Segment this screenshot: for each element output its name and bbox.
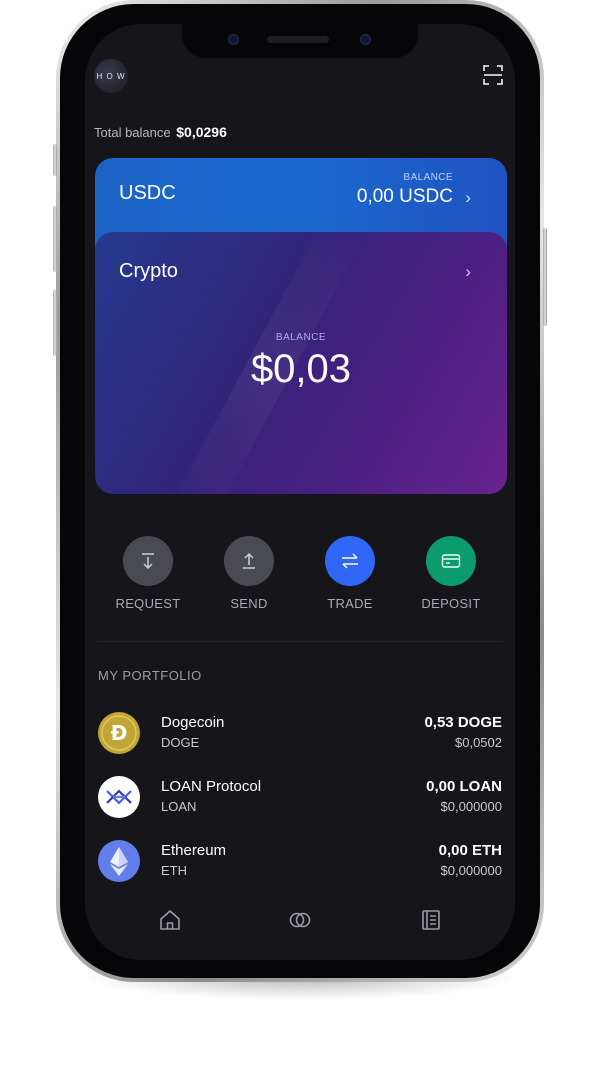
qr-scan-icon[interactable] (482, 64, 504, 86)
dogecoin-icon: Ð (98, 712, 140, 754)
arrow-up-icon (243, 552, 255, 569)
list-item[interactable]: Ethereum ETH 0,00 ETH $0,000000 (85, 835, 515, 885)
deposit-label: DEPOSIT (421, 596, 481, 611)
asset-fiat-value: $0,000000 (440, 799, 502, 814)
send-circle (224, 536, 274, 586)
asset-amount: 0,00 LOAN (426, 778, 502, 795)
portfolio-title: MY PORTFOLIO (98, 668, 202, 683)
mute-switch (53, 144, 57, 176)
asset-fiat-value: $0,0502 (455, 735, 502, 750)
crypto-card-title: Crypto (119, 260, 178, 282)
asset-fiat-value: $0,000000 (440, 863, 502, 878)
section-divider (97, 641, 503, 642)
usdc-balance-value: 0,00 USDC (356, 186, 453, 207)
asset-amount: 0,00 ETH (438, 842, 502, 859)
power-button (543, 228, 547, 326)
total-balance: Total balance $0,0296 (94, 124, 227, 140)
home-icon[interactable] (158, 908, 182, 932)
list-item[interactable]: Ð Dogecoin DOGE 0,53 DOGE $0,0502 (85, 707, 515, 757)
request-button[interactable]: REQUEST (108, 536, 188, 611)
crypto-balance-label: BALANCE (275, 332, 327, 343)
svg-text:Ð: Ð (111, 721, 128, 745)
volume-down-button (53, 290, 57, 356)
asset-symbol: ETH (161, 863, 187, 878)
total-balance-label: Total balance (94, 125, 171, 140)
swap-arrows-icon (342, 553, 358, 569)
total-balance-value: $0,0296 (176, 124, 227, 140)
bottom-tab-bar (85, 904, 515, 936)
trade-circle (325, 536, 375, 586)
trade-label: TRADE (327, 596, 373, 611)
volume-up-button (53, 206, 57, 272)
front-camera-icon (228, 34, 239, 45)
asset-symbol: LOAN (161, 799, 197, 814)
app-screen: H O W Total balance $0,0296 USDC BALANCE… (85, 24, 515, 960)
chevron-right-icon: › (465, 188, 471, 207)
card-icon (441, 554, 461, 568)
trade-button[interactable]: TRADE (310, 536, 390, 611)
wallet-circles-icon[interactable] (288, 908, 312, 932)
phone-notch (182, 24, 418, 58)
deposit-circle (426, 536, 476, 586)
profile-avatar[interactable]: H O W (94, 59, 128, 93)
ethereum-icon (98, 840, 140, 882)
dogecoin-glyph: Ð (101, 715, 137, 751)
deposit-button[interactable]: DEPOSIT (411, 536, 491, 611)
chevron-right-icon: › (465, 262, 471, 281)
loan-protocol-icon (98, 776, 140, 818)
crypto-card[interactable]: Crypto › BALANCE $0,03 (95, 232, 507, 494)
usdc-card-title: USDC (119, 182, 176, 204)
ethereum-glyph (110, 847, 128, 876)
list-item[interactable]: LOAN Protocol LOAN 0,00 LOAN $0,000000 (85, 771, 515, 821)
request-circle (123, 536, 173, 586)
send-label: SEND (230, 596, 268, 611)
sensor-icon (360, 34, 371, 45)
usdc-balance-label: BALANCE (403, 172, 453, 183)
asset-amount: 0,53 DOGE (424, 714, 502, 731)
send-button[interactable]: SEND (209, 536, 289, 611)
crypto-balance-value: $0,03 (250, 347, 352, 391)
request-label: REQUEST (115, 596, 181, 611)
earpiece-speaker (267, 36, 329, 43)
asset-name: Ethereum (161, 842, 227, 859)
asset-symbol: DOGE (161, 735, 200, 750)
loan-glyph (106, 789, 132, 805)
asset-name: LOAN Protocol (161, 778, 262, 795)
arrow-down-icon (142, 553, 154, 570)
news-icon[interactable] (419, 908, 443, 932)
asset-name: Dogecoin (161, 714, 225, 731)
